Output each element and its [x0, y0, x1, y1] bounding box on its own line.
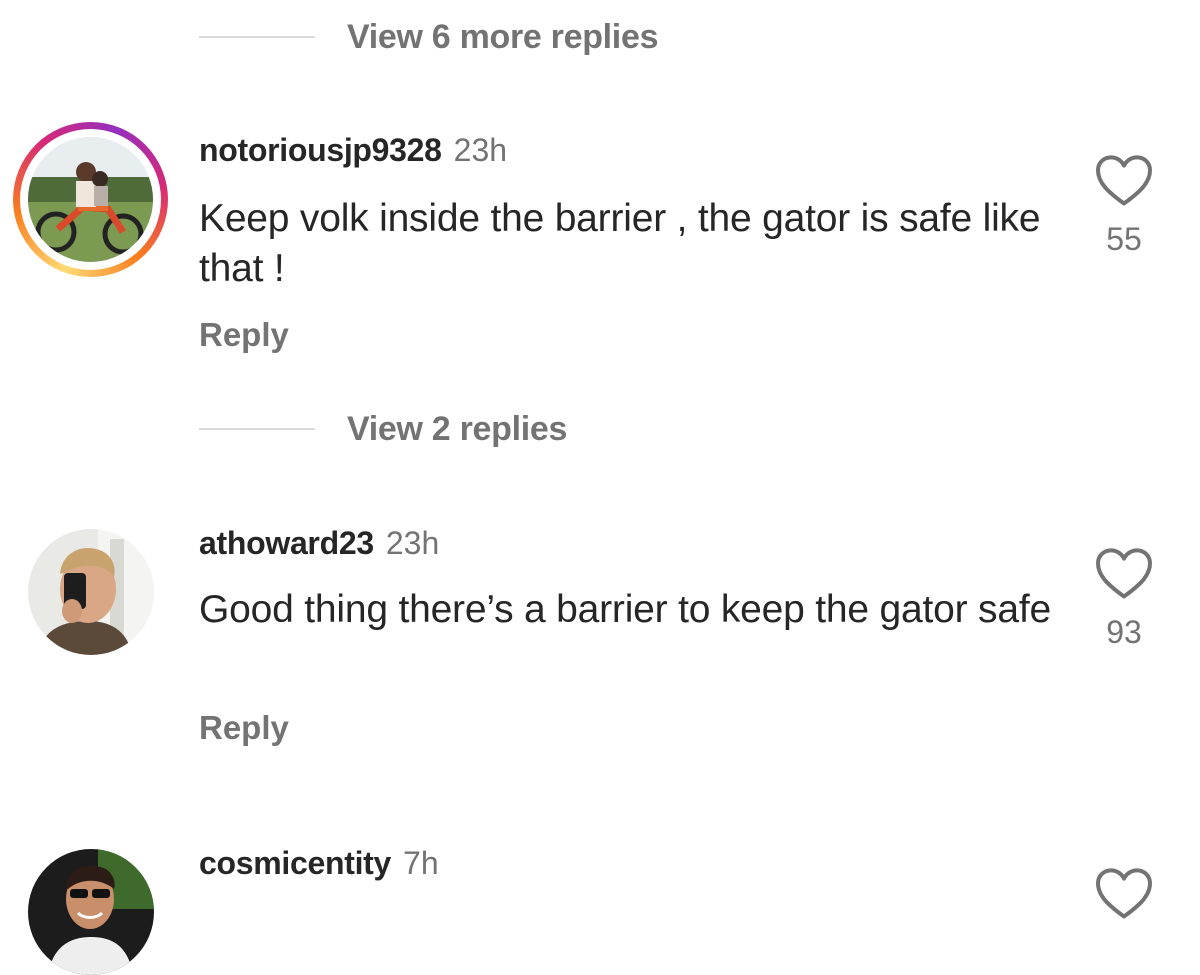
heart-icon[interactable]: [1095, 155, 1153, 207]
like-count: 93: [1106, 614, 1142, 650]
avatar[interactable]: [28, 849, 154, 975]
view-more-replies-label: View 6 more replies: [347, 17, 659, 56]
view-more-replies-button[interactable]: View 6 more replies: [199, 17, 658, 57]
avatar: [28, 137, 153, 262]
username[interactable]: cosmicentity: [199, 845, 391, 881]
username[interactable]: athoward23: [199, 525, 374, 561]
reply-button[interactable]: Reply: [199, 316, 289, 354]
comment-item: athoward23 23h Good thing there’s a barri…: [0, 515, 1200, 765]
comment-text: Good thing there’s a barrier to keep the…: [199, 588, 1051, 631]
timestamp[interactable]: 23h: [386, 525, 439, 561]
motocross-rider-avatar-icon: [28, 137, 153, 262]
avatar[interactable]: [28, 529, 154, 655]
sunglasses-man-avatar-icon: [28, 849, 154, 975]
like-column: [1094, 868, 1154, 920]
comment-text: Keep volk inside the barrier , the gator…: [199, 197, 1041, 290]
timestamp[interactable]: 7h: [403, 845, 439, 881]
reply-button[interactable]: Reply: [199, 709, 289, 747]
reply-thread-line: [199, 428, 315, 430]
timestamp[interactable]: 23h: [454, 132, 507, 168]
comment-header: cosmicentity 7h: [199, 845, 439, 882]
username[interactable]: notoriousjp9328: [199, 132, 442, 168]
heart-icon[interactable]: [1095, 868, 1153, 920]
like-column: 55: [1094, 155, 1154, 258]
view-replies-button[interactable]: View 2 replies: [199, 409, 567, 449]
comment-item: notoriousjp9328 23h Keep volk inside the …: [0, 122, 1200, 372]
view-replies-label: View 2 replies: [347, 409, 568, 448]
like-count: 55: [1106, 221, 1142, 257]
like-column: 93: [1094, 548, 1154, 651]
heart-icon[interactable]: [1095, 548, 1153, 600]
story-ring[interactable]: [13, 122, 168, 277]
comment-item: cosmicentity 7h: [0, 835, 1200, 975]
comment-header: athoward23 23h: [199, 525, 439, 562]
reply-thread-line: [199, 36, 315, 38]
comment-header: notoriousjp9328 23h: [199, 132, 507, 169]
selfie-avatar-icon: [28, 529, 154, 655]
